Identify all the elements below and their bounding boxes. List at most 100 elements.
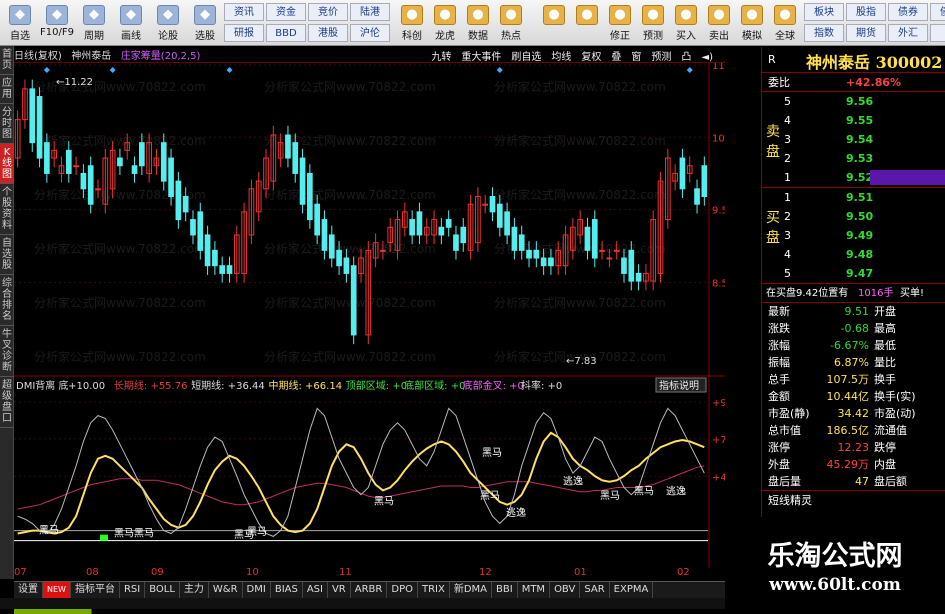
indicator-tab[interactable]: ASI	[303, 582, 328, 598]
toolbar-pencil-button[interactable]: ◆ 画线	[113, 0, 149, 46]
sell-level[interactable]: 4 9.55	[762, 111, 945, 130]
level-price: 9.50	[846, 210, 874, 223]
toolbar-info-button[interactable]: ◆ F10/F9	[39, 0, 75, 46]
toolbar-hammer-button[interactable]: ● 模拟	[734, 0, 770, 46]
sidebar-item[interactable]: 超级盘口	[0, 377, 14, 428]
indicator-tab[interactable]: VR	[328, 582, 351, 598]
sidebar-item[interactable]: 分时图	[0, 104, 14, 144]
x-axis-dates: 07 08 09 10 11 12 01 02	[14, 567, 725, 581]
toolbar-tab[interactable]: BBD	[266, 24, 306, 42]
indicator-help-button[interactable]: 指标说明	[655, 377, 707, 393]
indicator-name[interactable]: 庄家筹量(20,2,5)	[121, 51, 201, 62]
sell-level[interactable]: 3 9.54	[762, 130, 945, 149]
toolbar-tab[interactable]: 港股	[308, 24, 348, 42]
indicator-tab[interactable]: BIAS	[271, 582, 303, 598]
buy-level[interactable]: 3 9.49	[762, 226, 945, 245]
toolbar-tab[interactable]: 资讯	[224, 3, 264, 21]
toolbar-tab[interactable]: 债券	[930, 3, 945, 21]
buy-level[interactable]: 1 9.51	[762, 188, 945, 207]
sell-level[interactable]: 5 9.56	[762, 92, 945, 111]
toolbar-sell-button[interactable]: ● 卖出	[701, 0, 737, 46]
toolbar-tab[interactable]: 竞价	[308, 3, 348, 21]
indicator-tab[interactable]: 新DMA	[450, 582, 493, 598]
indicator-tab[interactable]: 设置	[14, 582, 43, 598]
indicator-tab[interactable]: ARBR	[351, 582, 388, 598]
toolbar-fix-button[interactable]: ● 修正	[602, 0, 638, 46]
toolbar-fire-button[interactable]: ● 热点	[493, 0, 529, 46]
sell-level[interactable]: 1 9.52	[762, 168, 945, 187]
toolbar-tab[interactable]: 债券	[888, 3, 928, 21]
buy-level[interactable]: 5 9.47	[762, 264, 945, 283]
signal-label: 黑马	[634, 486, 654, 498]
toolbar-chart-button[interactable]: ● 数据	[460, 0, 496, 46]
main-link[interactable]: 刷自选	[511, 52, 541, 63]
sidebar-item[interactable]: 应用	[0, 75, 14, 104]
indicator-tab[interactable]: EXPMA	[610, 582, 654, 598]
main-link[interactable]: 均线	[551, 52, 571, 63]
toolbar-tab[interactable]: 陆港	[350, 3, 390, 21]
quote-code[interactable]: R	[768, 53, 776, 66]
indicator-tab[interactable]: BBI	[492, 582, 518, 598]
toolbar-target-button[interactable]: ◆ 选股	[187, 0, 223, 46]
sidebar-item[interactable]: 首页	[0, 46, 14, 75]
toolbar-smile-button[interactable]: ● 预测	[635, 0, 671, 46]
toolbar-tab[interactable]: 股指	[846, 3, 886, 21]
main-link[interactable]: 凸	[681, 52, 691, 63]
stat-label: 涨幅	[768, 339, 790, 352]
toolbar-grid-button[interactable]: ●	[536, 0, 572, 46]
period-mode[interactable]: 日线(复权)	[14, 51, 62, 62]
toolbar-tab[interactable]: 沪伦	[350, 24, 390, 42]
indicator-tab[interactable]: DMI	[243, 582, 271, 598]
indicator-tab[interactable]: DPO	[387, 582, 418, 598]
main-link[interactable]: 重大事件	[461, 52, 501, 63]
buy-level[interactable]: 4 9.48	[762, 245, 945, 264]
background-watermark: 分析家公式网www.70822.com	[34, 295, 206, 310]
main-link[interactable]: 窗	[631, 52, 641, 63]
sell-level[interactable]: 2 9.53	[762, 149, 945, 168]
toolbar-tab[interactable]: 指数	[804, 24, 844, 42]
main-link[interactable]: 叠	[611, 52, 621, 63]
info-icon: ◆	[46, 5, 68, 25]
indicator-tab[interactable]: 指标平台	[71, 582, 120, 598]
indicator-tab[interactable]: 主力	[180, 582, 209, 598]
main-link[interactable]: 九转	[431, 52, 451, 63]
indicator-tab[interactable]: BOLL	[145, 582, 180, 598]
indicator-tab[interactable]: TRIX	[418, 582, 450, 598]
sidebar-item[interactable]: K线图	[0, 144, 14, 184]
toolbar-chat-button[interactable]: ◆ 论股	[150, 0, 186, 46]
sidebar-item[interactable]: 牛叉诊断	[0, 326, 14, 377]
indicator-tab[interactable]: OBV	[550, 582, 581, 598]
indicator-tab[interactable]: RSI	[120, 582, 146, 598]
toolbar-buy-button[interactable]: ● 买入	[668, 0, 704, 46]
indicator-tab[interactable]: W&R	[209, 582, 243, 598]
volume-bar	[870, 170, 945, 185]
buy-level[interactable]: 2 9.50	[762, 207, 945, 226]
chart-area[interactable]: 分析家公式网www.70822.com 分析家公式网www.70822.com 分析…	[14, 63, 725, 583]
short-elf[interactable]: 短线精灵	[762, 490, 945, 509]
sidebar-item[interactable]: 综合排名	[0, 275, 14, 326]
toolbar-home-button[interactable]: ◆ 自选	[2, 0, 38, 46]
sidebar-item[interactable]: 个股资料	[0, 184, 14, 235]
main-link[interactable]: 复权	[581, 52, 601, 63]
toolbar-tab[interactable]: 研报	[224, 24, 264, 42]
sidebar-item[interactable]: 自选股	[0, 235, 14, 275]
toolbar-back-arrow-button[interactable]: ●	[569, 0, 605, 46]
toolbar-tab[interactable]: 板块	[804, 3, 844, 21]
toolbar-tab[interactable]: 外汇	[888, 24, 928, 42]
main-link[interactable]: 预测	[651, 52, 671, 63]
series-line-1	[17, 465, 705, 510]
toolbar-dragon-button[interactable]: ● 龙虎	[427, 0, 463, 46]
indicator-tab[interactable]: MTM	[518, 582, 551, 598]
toolbar-tab[interactable]: 资金	[266, 3, 306, 21]
indicator-tab[interactable]: SAR	[580, 582, 610, 598]
toolbar-button-label: 热点	[501, 31, 521, 42]
toolbar-tab[interactable]: 期货	[846, 24, 886, 42]
toolbar-clock-button[interactable]: ◆ 周期	[76, 0, 112, 46]
main-link[interactable]: ◄)	[701, 52, 713, 63]
stock-name: 神州泰岳	[71, 51, 112, 62]
toolbar-rocket-button[interactable]: ● 科创	[394, 0, 430, 46]
indicator-tab[interactable]: NEW	[43, 582, 71, 598]
toolbar-tab[interactable]: 保	[930, 24, 945, 42]
toolbar-globe-button[interactable]: ● 全球	[767, 0, 803, 46]
legend-item: 短期线: +36.44	[191, 379, 265, 392]
